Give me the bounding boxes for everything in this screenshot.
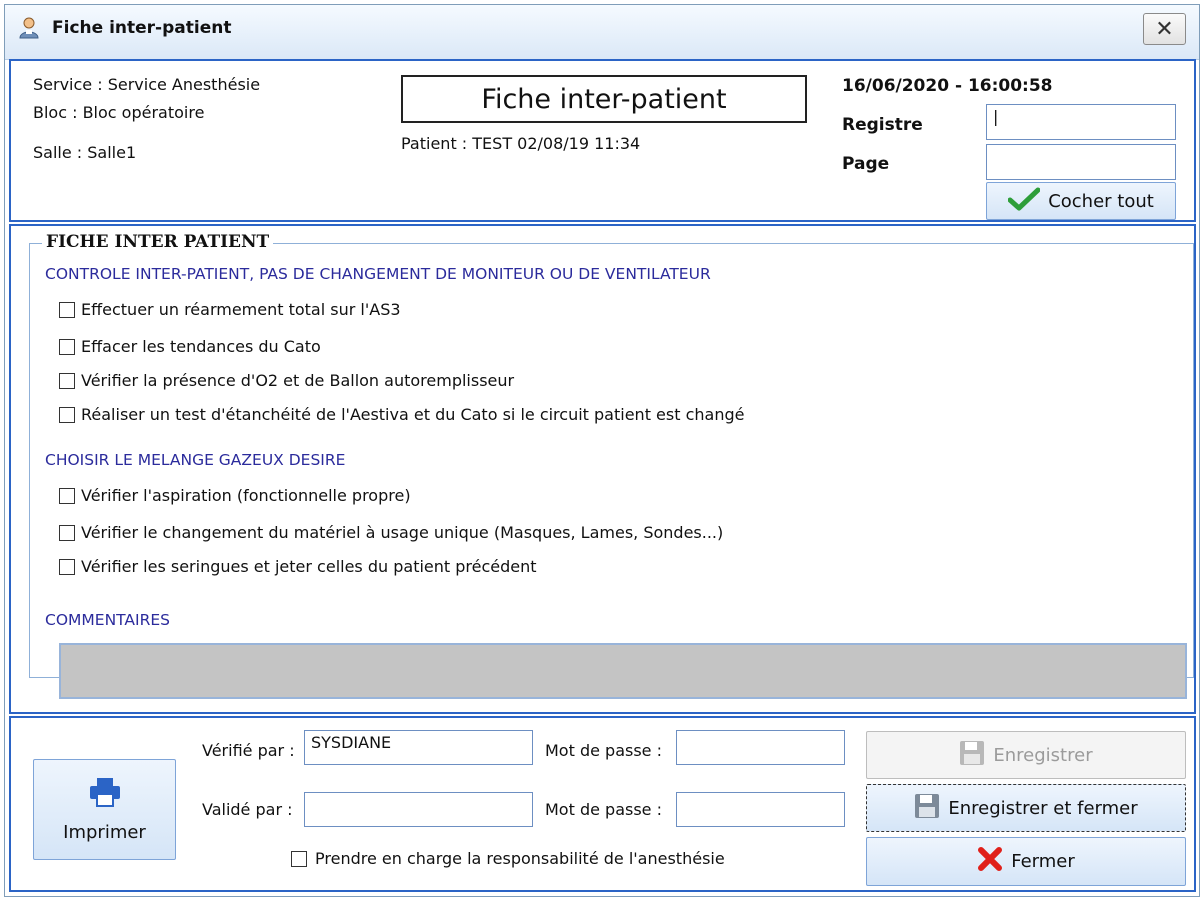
page-label: Page <box>842 154 890 174</box>
responsibility-checkbox[interactable] <box>291 850 307 867</box>
checklist-item-label: Réaliser un test d'étanchéité de l'Aesti… <box>81 405 745 424</box>
checkmark-icon <box>1007 187 1041 216</box>
responsibility-checkbox-row[interactable]: Prendre en charge la responsabilité de l… <box>291 849 725 868</box>
checklist-item[interactable]: Vérifier l'aspiration (fonctionnelle pro… <box>59 486 411 505</box>
validated-by-label: Validé par : <box>202 800 293 819</box>
save-label: Enregistrer <box>993 744 1093 766</box>
checkbox[interactable] <box>59 524 75 541</box>
validated-by-input[interactable] <box>304 792 533 827</box>
verified-by-label: Vérifié par : <box>202 741 295 760</box>
checkbox[interactable] <box>59 301 75 318</box>
salle-label: Salle : Salle1 <box>33 143 137 162</box>
check-all-button[interactable]: Cocher tout <box>986 182 1176 220</box>
red-x-icon <box>977 846 1003 877</box>
checklist-item-label: Effacer les tendances du Cato <box>81 337 321 356</box>
check-all-label: Cocher tout <box>1048 190 1154 212</box>
print-label: Imprimer <box>63 821 146 843</box>
floppy-disk-icon <box>959 740 985 771</box>
registre-label: Registre <box>842 115 923 135</box>
close-button[interactable]: Fermer <box>866 837 1186 886</box>
checklist-item[interactable]: Vérifier les seringues et jeter celles d… <box>59 557 537 576</box>
checklist-item[interactable]: Effacer les tendances du Cato <box>59 337 321 356</box>
save-and-close-button[interactable]: Enregistrer et fermer <box>866 784 1186 832</box>
app-person-icon <box>17 16 41 40</box>
printer-icon <box>88 777 122 812</box>
responsibility-label: Prendre en charge la responsabilité de l… <box>315 849 725 868</box>
window-title: Fiche inter-patient <box>52 18 232 38</box>
patient-label: Patient : TEST 02/08/19 11:34 <box>401 134 641 153</box>
floppy-disk-icon <box>914 793 940 824</box>
save-and-close-label: Enregistrer et fermer <box>948 797 1138 819</box>
checklist-item[interactable]: Effectuer un réarmement total sur l'AS3 <box>59 300 401 319</box>
checkbox[interactable] <box>59 406 75 423</box>
group-title: FICHE INTER PATIENT <box>42 232 274 252</box>
checklist-item[interactable]: Réaliser un test d'étanchéité de l'Aesti… <box>59 405 744 424</box>
comments-title: COMMENTAIRES <box>45 611 170 629</box>
checkbox[interactable] <box>59 338 75 355</box>
checklist-item-label: Vérifier le changement du matériel à usa… <box>81 523 724 542</box>
checklist-item-label: Vérifier les seringues et jeter celles d… <box>81 557 537 576</box>
save-button[interactable]: Enregistrer <box>866 731 1186 779</box>
form-title: Fiche inter-patient <box>401 75 807 123</box>
checkbox[interactable] <box>59 558 75 575</box>
section-melange-title: CHOISIR LE MELANGE GAZEUX DESIRE <box>45 451 346 469</box>
close-window-button[interactable]: ✕ <box>1143 13 1186 45</box>
checkbox[interactable] <box>59 487 75 504</box>
bloc-label: Bloc : Bloc opératoire <box>33 103 205 122</box>
password-input-2[interactable] <box>676 792 845 827</box>
section-controle-title: CONTROLE INTER-PATIENT, PAS DE CHANGEMEN… <box>45 265 711 283</box>
password-label-2: Mot de passe : <box>545 800 662 819</box>
close-icon: ✕ <box>1155 16 1174 42</box>
checklist-item[interactable]: Vérifier la présence d'O2 et de Ballon a… <box>59 371 514 390</box>
registre-input[interactable]: | <box>986 104 1176 140</box>
print-button[interactable]: Imprimer <box>33 759 176 860</box>
close-label: Fermer <box>1011 851 1075 872</box>
checkbox[interactable] <box>59 372 75 389</box>
checklist-item-label: Effectuer un réarmement total sur l'AS3 <box>81 300 401 319</box>
password-input-1[interactable] <box>676 730 845 765</box>
page-input[interactable] <box>986 144 1176 180</box>
checklist-item-label: Vérifier l'aspiration (fonctionnelle pro… <box>81 486 411 505</box>
comments-textarea[interactable] <box>59 643 1187 699</box>
checklist-item-label: Vérifier la présence d'O2 et de Ballon a… <box>81 371 515 390</box>
datetime-label: 16/06/2020 - 16:00:58 <box>842 76 1053 96</box>
password-label-1: Mot de passe : <box>545 741 662 760</box>
checklist-item[interactable]: Vérifier le changement du matériel à usa… <box>59 523 723 542</box>
verified-by-input[interactable]: SYSDIANE <box>304 730 533 765</box>
service-label: Service : Service Anesthésie <box>33 75 261 94</box>
